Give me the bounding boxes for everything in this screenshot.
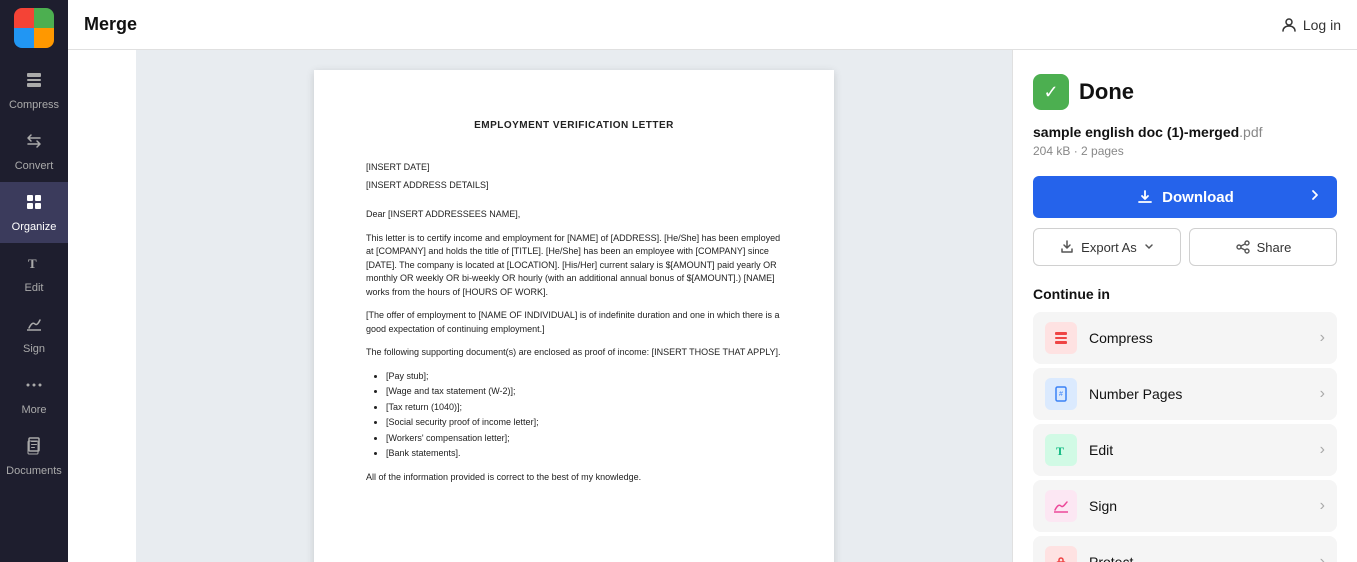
sign-icon [24,314,44,339]
file-ext: .pdf [1239,124,1262,140]
sidebar-item-convert[interactable]: Convert [0,121,68,182]
login-button[interactable]: Log in [1281,17,1341,33]
right-panel: ✓ Done sample english doc (1)-merged.pdf… [1012,50,1357,562]
done-header: ✓ Done [1033,74,1337,110]
share-button[interactable]: Share [1189,228,1337,266]
svg-text:T: T [1056,444,1064,458]
list-item: [Pay stub]; [386,370,782,384]
continue-item-compress[interactable]: Compress › [1033,312,1337,364]
action-row: Export As Share [1033,228,1337,266]
compress-icon [24,70,44,95]
login-label: Log in [1303,17,1341,33]
sidebar-item-sign-label: Sign [23,343,45,355]
file-name: sample english doc (1)-merged.pdf [1033,124,1337,140]
sidebar-item-compress[interactable]: Compress [0,60,68,121]
edit-icon: T [24,253,44,278]
done-icon: ✓ [1033,74,1069,110]
svg-text:T: T [28,256,37,271]
pdf-date: [INSERT DATE] [366,161,782,175]
sign-continue-label: Sign [1089,498,1308,514]
app-logo [14,8,54,48]
pdf-title: EMPLOYMENT VERIFICATION LETTER [366,118,782,133]
edit-chevron-icon: › [1320,441,1325,459]
list-item: [Tax return (1040)]; [386,401,782,415]
download-chevron-icon [1307,187,1323,208]
file-name-text: sample english doc (1)-merged [1033,124,1239,140]
sidebar-item-convert-label: Convert [15,160,54,172]
pdf-para1: This letter is to certify income and emp… [366,232,782,300]
page-title: Merge [84,14,137,35]
pdf-para2: [The offer of employment to [NAME OF IND… [366,309,782,336]
sidebar-item-organize-label: Organize [12,221,57,233]
continue-item-edit[interactable]: T Edit › [1033,424,1337,476]
download-icon [1136,188,1154,206]
continue-item-sign[interactable]: Sign › [1033,480,1337,532]
sidebar-item-more[interactable]: More [0,365,68,426]
organize-icon [24,192,44,217]
sidebar-item-organize[interactable]: Organize [0,182,68,243]
pdf-dear: Dear [INSERT ADDRESSEES NAME], [366,208,782,222]
pdf-para3: The following supporting document(s) are… [366,346,782,360]
pdf-supporting-list: [Pay stub]; [Wage and tax statement (W-2… [386,370,782,461]
continue-item-numberpages[interactable]: # Number Pages › [1033,368,1337,420]
continue-title: Continue in [1033,286,1337,302]
pdf-page: EMPLOYMENT VERIFICATION LETTER [INSERT D… [314,70,834,562]
list-item: [Workers' compensation letter]; [386,432,782,446]
list-item: [Social security proof of income letter]… [386,416,782,430]
download-label: Download [1162,189,1234,206]
sidebar: Compress Convert Organize T Edit Sign Mo… [0,0,68,562]
edit-continue-label: Edit [1089,442,1308,458]
pdf-preview-area[interactable]: EMPLOYMENT VERIFICATION LETTER [INSERT D… [136,50,1012,562]
main-container: EMPLOYMENT VERIFICATION LETTER [INSERT D… [136,50,1357,562]
export-as-label: Export As [1081,240,1137,255]
sidebar-item-edit[interactable]: T Edit [0,243,68,304]
export-chevron-icon [1143,241,1155,253]
protect-continue-icon [1045,546,1077,562]
protect-chevron-icon: › [1320,553,1325,562]
sidebar-item-compress-label: Compress [9,99,59,111]
list-item: [Bank statements]. [386,447,782,461]
share-label: Share [1257,240,1292,255]
sidebar-item-sign[interactable]: Sign [0,304,68,365]
protect-continue-label: Protect [1089,554,1308,562]
convert-icon [24,131,44,156]
compress-chevron-icon: › [1320,329,1325,347]
sidebar-item-edit-label: Edit [25,282,44,294]
pdf-address: [INSERT ADDRESS DETAILS] [366,179,782,193]
sidebar-item-documents-label: Documents [6,465,62,477]
share-icon [1235,239,1251,255]
sign-continue-icon [1045,490,1077,522]
compress-continue-icon [1045,322,1077,354]
edit-continue-icon: T [1045,434,1077,466]
export-as-button[interactable]: Export As [1033,228,1181,266]
numberpages-chevron-icon: › [1320,385,1325,403]
documents-icon [24,436,44,461]
sidebar-item-documents[interactable]: Documents [0,426,68,487]
download-button[interactable]: Download [1033,176,1337,218]
more-icon [24,375,44,400]
continue-item-protect[interactable]: Protect › [1033,536,1337,562]
svg-text:#: # [1059,391,1063,398]
file-meta: 204 kB · 2 pages [1033,144,1337,158]
numberpages-continue-icon: # [1045,378,1077,410]
sidebar-item-more-label: More [21,404,46,416]
compress-continue-label: Compress [1089,330,1308,346]
done-label: Done [1079,79,1134,105]
user-icon [1281,17,1297,33]
topbar: Merge Log in [68,0,1357,50]
sign-chevron-icon: › [1320,497,1325,515]
pdf-para4: All of the information provided is corre… [366,471,782,485]
numberpages-continue-label: Number Pages [1089,386,1308,402]
export-icon [1059,239,1075,255]
list-item: [Wage and tax statement (W-2)]; [386,385,782,399]
